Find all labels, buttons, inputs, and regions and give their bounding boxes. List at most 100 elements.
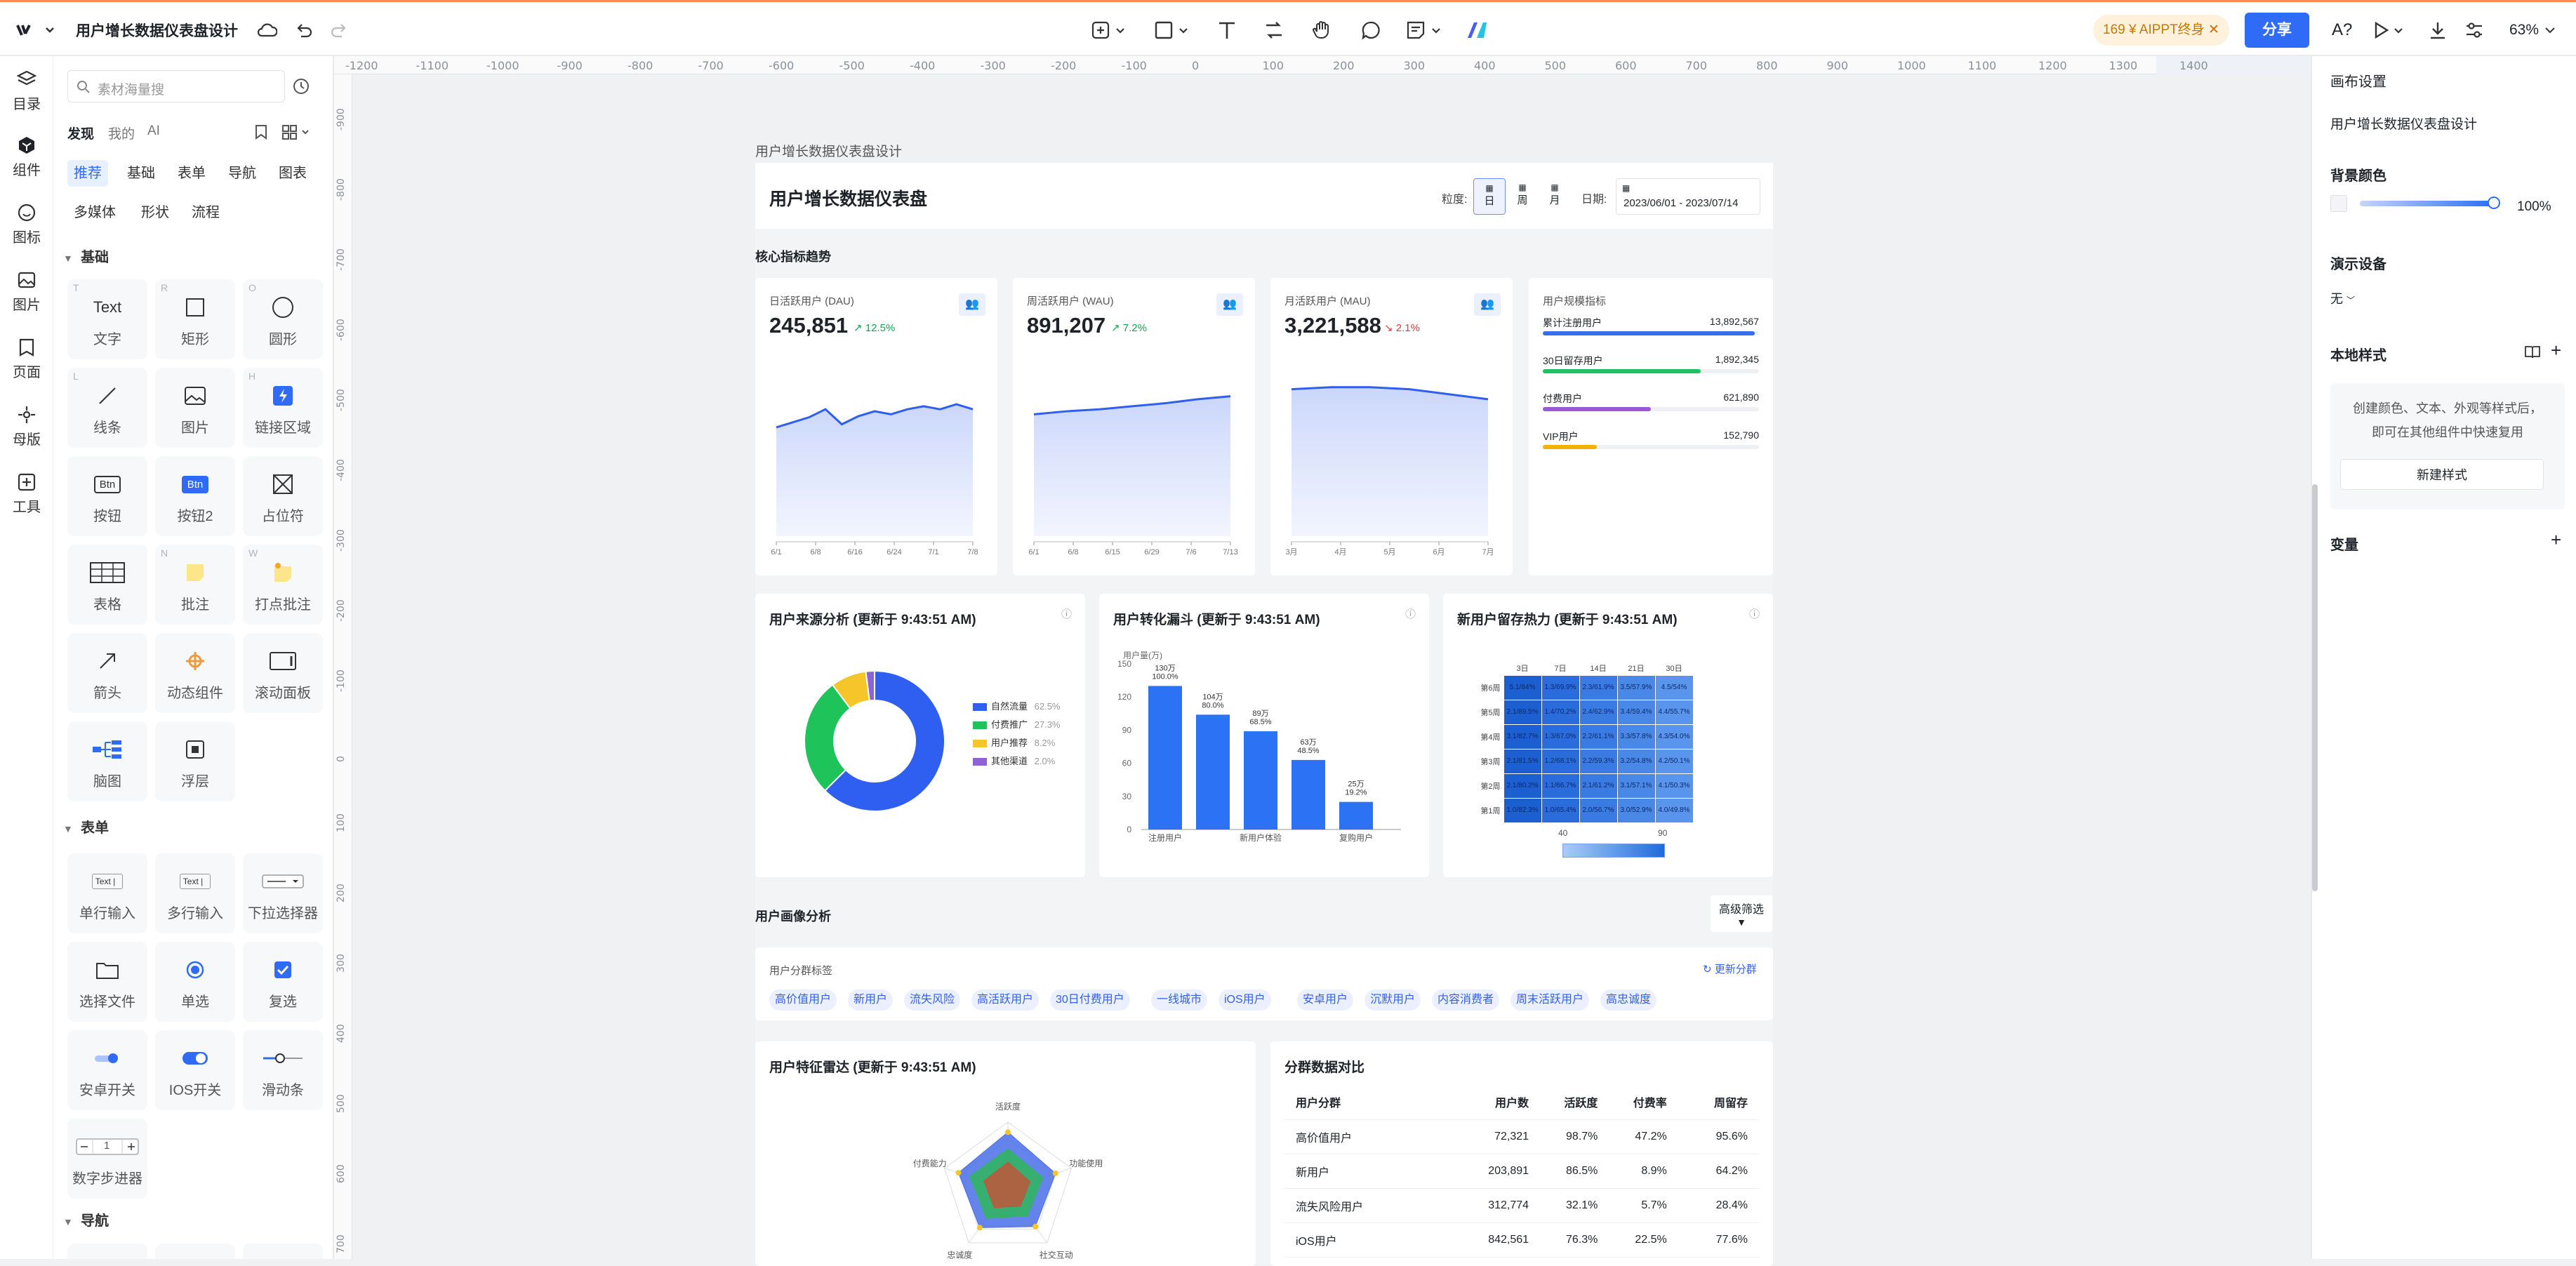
canvas-name[interactable]: 用户增长数据仪表盘设计 — [2330, 114, 2477, 133]
comp-multi-input[interactable]: Text | 多行输入 — [155, 853, 235, 933]
play-icon[interactable] — [2372, 2, 2405, 58]
comp-file-select[interactable]: 选择文件 — [67, 942, 147, 1022]
rail-master[interactable]: 母版 — [0, 404, 53, 448]
comp-ios-switch[interactable]: IOS开关 — [155, 1030, 235, 1110]
info-icon[interactable]: ⓘ — [1061, 606, 1072, 621]
granularity-month[interactable]: ▦ 月 — [1539, 178, 1570, 215]
granularity-day[interactable]: ▦ 日 — [1473, 178, 1506, 215]
search-input[interactable]: 素材海量搜 — [67, 70, 285, 102]
comp-checkbox[interactable]: 复选 — [243, 942, 323, 1022]
grid-view-icon[interactable] — [281, 124, 312, 140]
comp-slider[interactable]: 滑动条 — [243, 1030, 323, 1110]
bg-color-swatch[interactable] — [2330, 195, 2347, 212]
category-nav[interactable]: 导航 — [222, 160, 263, 187]
font-size-icon[interactable]: A? — [2332, 2, 2352, 58]
comp-android-switch[interactable]: 安卓开关 — [67, 1030, 147, 1110]
segment-tag[interactable]: 安卓用户 — [1297, 990, 1354, 1011]
rail-icons[interactable]: 图标 — [0, 202, 53, 246]
comp-text[interactable]: T Text 文字 — [67, 279, 147, 359]
comp-dynamic[interactable]: 动态组件 — [155, 633, 235, 713]
canvas-scrollbar[interactable] — [2312, 484, 2318, 891]
comp-nav-item[interactable] — [67, 1244, 147, 1259]
section-basic-header[interactable]: ▼ 基础 — [63, 246, 109, 266]
section-form-header[interactable]: ▼ 表单 — [63, 816, 109, 837]
rectangle-tool-icon[interactable] — [1155, 2, 1191, 58]
segment-tag[interactable]: 高忠诚度 — [1600, 990, 1657, 1011]
opacity-slider-thumb[interactable] — [2488, 196, 2500, 209]
add-style-icon[interactable]: + — [2551, 340, 2561, 361]
info-icon[interactable]: ⓘ — [1749, 606, 1760, 621]
note-tool-icon[interactable] — [1406, 2, 1445, 58]
comp-single-input[interactable]: Text | 单行输入 — [67, 853, 147, 933]
comp-image[interactable]: 图片 — [155, 368, 235, 448]
segment-tag[interactable]: 高价值用户 — [769, 990, 837, 1011]
close-icon[interactable]: ✕ — [2208, 22, 2219, 37]
tab-ai[interactable]: AI — [147, 124, 160, 139]
app-logo-menu[interactable] — [15, 2, 55, 58]
opacity-value[interactable]: 100% — [2517, 199, 2551, 215]
segment-tag[interactable]: 流失风险 — [904, 990, 961, 1011]
segment-tag[interactable]: 周末活跃用户 — [1511, 990, 1590, 1011]
category-flow[interactable]: 流程 — [185, 199, 226, 226]
refresh-groups-button[interactable]: ↻ 更新分群 — [1703, 961, 1757, 976]
tab-discover[interactable]: 发现 — [67, 124, 94, 142]
category-form[interactable]: 表单 — [171, 160, 212, 187]
text-tool-icon[interactable] — [1216, 2, 1237, 58]
comp-nav-item[interactable] — [155, 1244, 235, 1259]
undo-icon[interactable] — [295, 2, 313, 58]
device-select[interactable]: 无 ﹀ — [2330, 289, 2355, 307]
category-chart[interactable]: 图表 — [272, 160, 313, 187]
insert-icon[interactable] — [1091, 2, 1128, 58]
comp-scroll-panel[interactable]: 滚动面板 — [243, 633, 323, 713]
comp-line[interactable]: L 线条 — [67, 368, 147, 448]
comp-arrow[interactable]: 箭头 — [67, 633, 147, 713]
opacity-slider[interactable] — [2360, 201, 2493, 206]
comp-select[interactable]: 下拉选择器 — [243, 853, 323, 933]
category-basic[interactable]: 基础 — [121, 160, 161, 187]
segment-tag[interactable]: 高活跃用户 — [971, 990, 1040, 1011]
segment-tag[interactable]: iOS用户 — [1219, 990, 1271, 1011]
ai-icon[interactable] — [1466, 2, 1491, 58]
segment-tag[interactable]: 沉默用户 — [1365, 990, 1421, 1011]
book-icon[interactable] — [2524, 344, 2541, 359]
promo-badge[interactable]: 169 ¥ AIPPT终身 ✕ — [2093, 15, 2229, 46]
rail-pages[interactable]: 页面 — [0, 337, 53, 381]
rail-images[interactable]: 图片 — [0, 269, 53, 314]
comp-rect[interactable]: R 矩形 — [155, 279, 235, 359]
table-row[interactable]: 流失风险用户 312,774 32.1% 5.7% 28.4% — [1284, 1188, 1759, 1222]
tab-mine[interactable]: 我的 — [108, 124, 135, 142]
share-button[interactable]: 分享 — [2245, 13, 2309, 48]
category-shape[interactable]: 形状 — [135, 199, 175, 226]
comp-radio[interactable]: 单选 — [155, 942, 235, 1022]
cloud-sync-icon[interactable] — [256, 2, 277, 58]
redo-icon[interactable] — [330, 2, 348, 58]
comp-nav-item[interactable] — [243, 1244, 323, 1259]
zoom-level[interactable]: 63% — [2509, 2, 2558, 58]
info-icon[interactable]: ⓘ — [1405, 606, 1416, 621]
comp-circle[interactable]: O 圆形 — [243, 279, 323, 359]
frame-label[interactable]: 用户增长数据仪表盘设计 — [755, 141, 902, 160]
document-title[interactable]: 用户增长数据仪表盘设计 — [76, 2, 238, 58]
comp-table[interactable]: 表格 — [67, 545, 147, 625]
comp-note[interactable]: N 批注 — [155, 545, 235, 625]
rail-outline[interactable]: 目录 — [0, 69, 53, 113]
connector-tool-icon[interactable] — [1263, 2, 1284, 58]
table-row[interactable]: 高价值用户 72,321 98.7% 47.2% 95.6% — [1284, 1119, 1759, 1154]
category-media[interactable]: 多媒体 — [67, 199, 122, 226]
segment-tag[interactable]: 内容消费者 — [1432, 990, 1500, 1011]
hand-tool-icon[interactable] — [1311, 2, 1334, 58]
history-icon[interactable] — [292, 77, 310, 95]
comp-button2[interactable]: Btn 按钮2 — [155, 456, 235, 536]
settings-sliders-icon[interactable] — [2464, 2, 2485, 58]
date-range-picker[interactable]: ▦ 2023/06/01 - 2023/07/14 — [1616, 178, 1760, 215]
bookmark-icon[interactable] — [253, 124, 269, 140]
comp-overlay[interactable]: 浮层 — [155, 721, 235, 801]
comment-icon[interactable] — [1360, 2, 1381, 58]
segment-tag[interactable]: 新用户 — [848, 990, 894, 1011]
segment-tag[interactable]: 30日付费用户 — [1050, 990, 1130, 1011]
comp-button[interactable]: Btn 按钮 — [67, 456, 147, 536]
rail-tools[interactable]: 工具 — [0, 472, 53, 516]
comp-dot-note[interactable]: W 打点批注 — [243, 545, 323, 625]
section-nav-header[interactable]: ▼ 导航 — [63, 1209, 109, 1230]
comp-stepper[interactable]: 1 数字步进器 — [67, 1119, 147, 1199]
